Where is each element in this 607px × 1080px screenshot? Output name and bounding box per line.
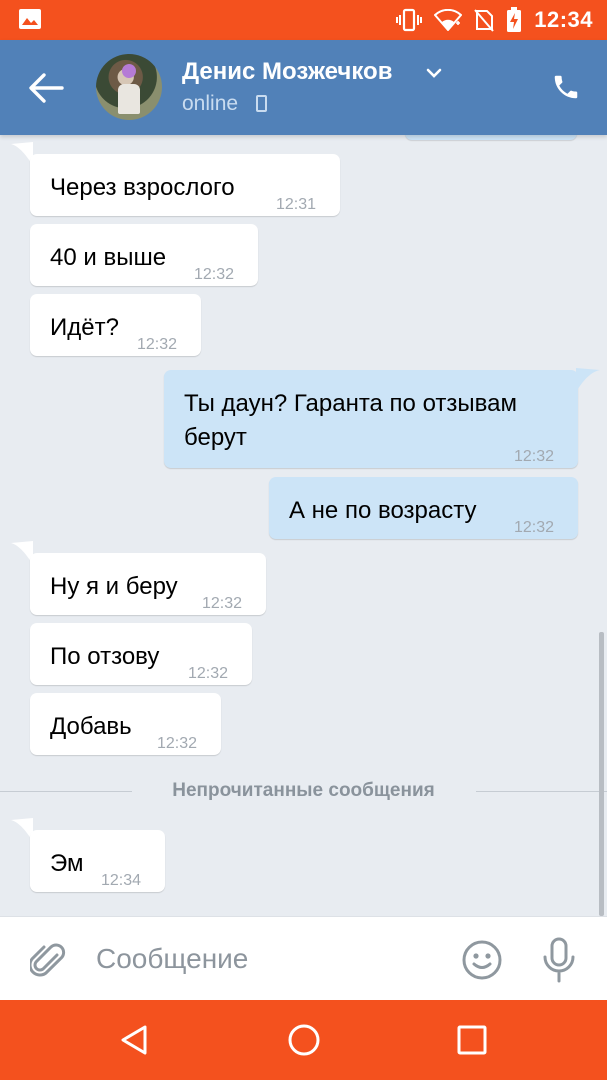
message-time: 12:31 [276, 196, 317, 213]
message-text: А не по возрасту [289, 497, 477, 524]
message-text-line-1: Ты даун? Гаранта по отзывам [184, 390, 517, 417]
battery-charging-icon [507, 7, 522, 32]
message-text: 40 и выше [50, 244, 167, 271]
avatar[interactable] [96, 54, 162, 120]
message-time: 12:32 [202, 595, 243, 612]
incoming-message[interactable]: Через взрослого 12:31 [30, 154, 340, 216]
message-time: 12:32 [194, 266, 235, 283]
incoming-message[interactable]: Эм 12:34 [30, 830, 165, 892]
message-text: Ну я и беру [50, 573, 178, 600]
status-bar: 12:34 [0, 0, 607, 40]
mobile-device-icon [256, 95, 267, 112]
avatar-figure [118, 84, 140, 114]
incoming-message[interactable]: Идёт? 12:32 [30, 294, 201, 356]
image-notification-icon [19, 9, 41, 29]
online-status: online [182, 92, 239, 115]
outgoing-message[interactable]: Ты даун? Гаранта по отзывам берут 12:32 [164, 370, 578, 468]
no-sim-icon [474, 9, 494, 32]
contact-name[interactable]: Денис Мозжечков [182, 58, 392, 86]
navigation-bar [0, 1000, 607, 1080]
home-circle-icon[interactable] [286, 1022, 322, 1058]
message-time: 12:32 [137, 336, 178, 353]
wifi-icon [434, 9, 463, 31]
message-time: 12:32 [188, 665, 229, 682]
message-composer [0, 916, 607, 1001]
chevron-down-icon[interactable] [426, 68, 442, 78]
phone-call-icon[interactable] [551, 72, 581, 102]
message-time: 12:32 [157, 735, 198, 752]
back-arrow-icon[interactable] [28, 72, 64, 104]
outgoing-message[interactable]: А не по возрасту 12:32 [269, 477, 578, 539]
message-text: Эм [50, 850, 84, 877]
back-triangle-icon[interactable] [116, 1022, 152, 1058]
incoming-message[interactable]: По отзову 12:32 [30, 623, 252, 685]
incoming-message[interactable]: Добавь 12:32 [30, 693, 221, 755]
smiley-icon[interactable] [461, 939, 503, 981]
avatar-head [122, 64, 136, 78]
message-text: Через взрослого [50, 174, 235, 201]
message-time: 12:32 [514, 448, 555, 465]
divider-line-right [476, 791, 607, 792]
message-text: Идёт? [50, 314, 119, 341]
incoming-message[interactable]: 40 и выше 12:32 [30, 224, 258, 286]
incoming-message[interactable]: Ну я и беру 12:32 [30, 553, 266, 615]
message-time: 12:32 [514, 519, 555, 536]
microphone-icon[interactable] [540, 937, 578, 983]
paperclip-icon[interactable] [30, 941, 66, 979]
vibrate-icon [396, 8, 423, 32]
message-text: По отзову [50, 643, 160, 670]
chat-header: Денис Мозжечков online [0, 40, 607, 135]
message-input[interactable] [96, 937, 436, 981]
message-time: 12:34 [101, 872, 142, 889]
recents-square-icon[interactable] [454, 1022, 490, 1058]
bubble-tail [576, 368, 600, 392]
status-time: 12:34 [534, 7, 593, 32]
scrollbar[interactable] [599, 632, 604, 916]
message-text-line-2: берут [184, 424, 247, 451]
message-text: Добавь [50, 713, 132, 740]
